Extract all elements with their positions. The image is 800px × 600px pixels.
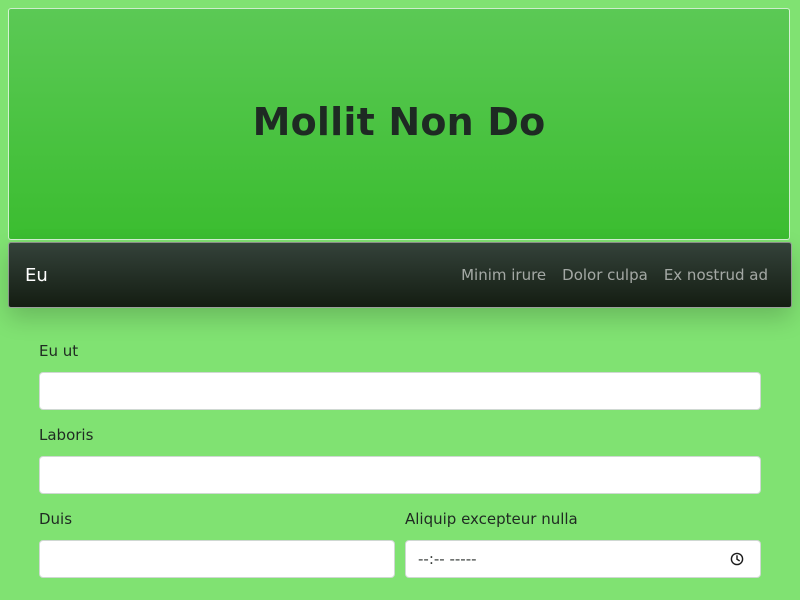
duis-label: Duis xyxy=(39,510,73,528)
hero-banner: Mollit Non Do xyxy=(8,8,790,240)
laboris-input[interactable] xyxy=(39,456,761,494)
eu-ut-label: Eu ut xyxy=(39,342,79,360)
main-form: Eu ut Laboris Duis Aliquip excepteur nul… xyxy=(39,340,761,578)
laboris-label: Laboris xyxy=(39,426,94,444)
form-group-laboris: Laboris xyxy=(39,424,761,494)
eu-ut-input[interactable] xyxy=(39,372,761,410)
nav-link-minim-irure[interactable]: Minim irure xyxy=(461,266,546,284)
navbar-brand[interactable]: Eu xyxy=(25,265,48,286)
time-input-display: --:-- ----- xyxy=(418,550,477,568)
aliquip-excepteur-nulla-label: Aliquip excepteur nulla xyxy=(405,510,578,528)
form-row: Duis Aliquip excepteur nulla --:-- ----- xyxy=(39,508,761,578)
form-group-aliquip: Aliquip excepteur nulla --:-- ----- xyxy=(405,508,761,578)
form-group-duis: Duis xyxy=(39,508,395,578)
nav-link-dolor-culpa[interactable]: Dolor culpa xyxy=(562,266,648,284)
clock-icon[interactable] xyxy=(730,552,744,566)
duis-input[interactable] xyxy=(39,540,395,578)
form-group-eu-ut: Eu ut xyxy=(39,340,761,410)
nav-link-ex-nostrud-ad[interactable]: Ex nostrud ad xyxy=(664,266,768,284)
navbar: Eu Minim irure Dolor culpa Ex nostrud ad xyxy=(8,242,792,308)
time-input[interactable]: --:-- ----- xyxy=(405,540,761,578)
nav-links: Minim irure Dolor culpa Ex nostrud ad xyxy=(461,266,775,284)
page-title: Mollit Non Do xyxy=(252,100,546,144)
